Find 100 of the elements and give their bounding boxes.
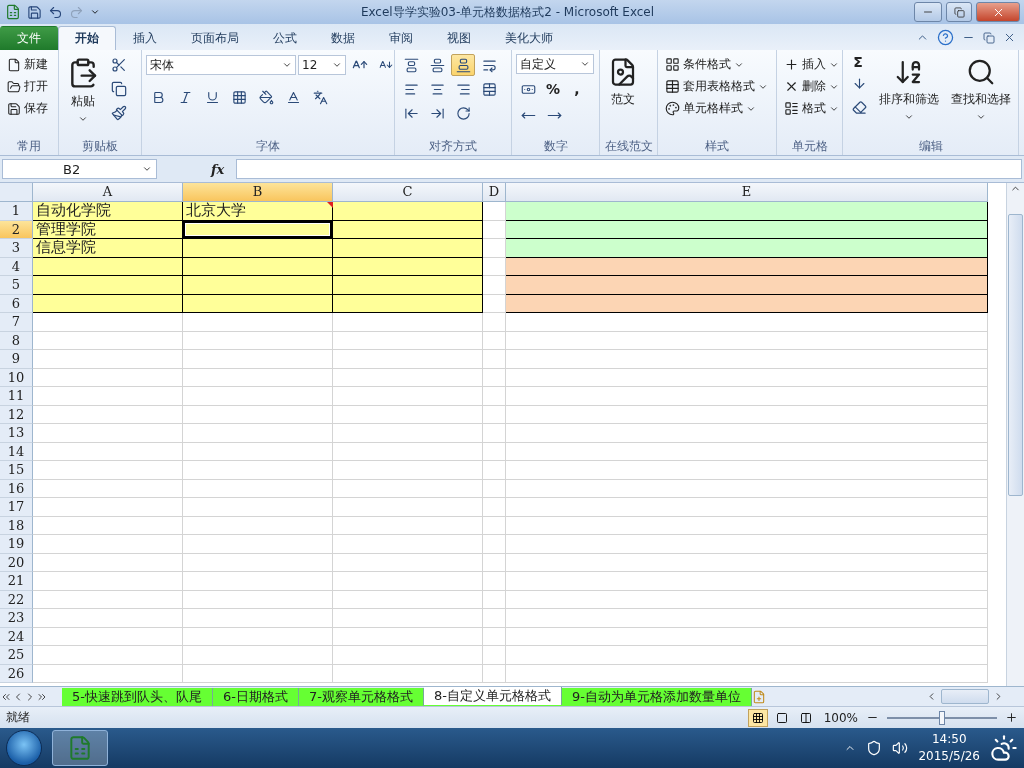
font-color-icon	[285, 89, 301, 105]
ribbon-button[interactable]: 新建	[4, 54, 51, 75]
middle-align-icon	[429, 57, 445, 73]
table-cell	[483, 479, 506, 498]
table-cell	[483, 498, 506, 517]
slider-thumb[interactable]	[939, 710, 945, 725]
sum-button[interactable]: Σ	[847, 54, 869, 70]
paint-bucket-icon	[258, 89, 274, 105]
ribbon-tab[interactable]: 数据	[314, 26, 372, 50]
font-size-field[interactable]: 12	[298, 55, 346, 75]
ribbon-button[interactable]: 条件格式	[662, 54, 771, 75]
row-header[interactable]: 1	[0, 202, 33, 221]
row-header[interactable]: 15	[0, 461, 33, 480]
sheet-tab[interactable]: 6-日期格式	[212, 687, 299, 706]
view-icon	[799, 711, 812, 724]
sheet-tab[interactable]: 5-快速跳到队头、队尾	[62, 687, 213, 706]
caret-icon	[90, 7, 100, 17]
ribbon-button[interactable]: 排序和筛选	[875, 54, 943, 125]
view-icon	[775, 711, 788, 724]
start-button[interactable]	[6, 730, 42, 766]
vertical-scrollbar[interactable]	[1006, 183, 1024, 686]
column-header[interactable]: E	[506, 183, 988, 202]
number-format-field[interactable]: 自定义	[516, 54, 594, 74]
row-header[interactable]: 9	[0, 350, 33, 369]
merge-icon	[481, 81, 497, 97]
sheet-tab[interactable]: 7-观察单元格格式	[298, 687, 424, 706]
scroll-thumb[interactable]	[941, 689, 989, 704]
caret-icon	[580, 59, 590, 69]
template-button[interactable]: 范文	[604, 54, 642, 111]
row-header[interactable]: 5	[0, 276, 33, 295]
ribbon-tab[interactable]: 页面布局	[174, 26, 256, 50]
ribbon-tab[interactable]: 视图	[430, 26, 488, 50]
group-label: 数字	[542, 138, 569, 155]
formula-field[interactable]	[236, 159, 1022, 179]
row-header[interactable]: 17	[0, 498, 33, 517]
number-style-button[interactable]: %	[542, 81, 564, 97]
table-cell	[483, 405, 506, 424]
table-cell: 北京大学	[183, 202, 333, 221]
clock-date: 2015/5/26	[918, 748, 980, 765]
row-header[interactable]: 21	[0, 572, 33, 591]
ribbon-button[interactable]: 保存	[4, 98, 51, 119]
name-box[interactable]: B2	[2, 159, 157, 179]
number-style-button[interactable]: ,	[566, 81, 588, 97]
eraser-icon	[851, 99, 867, 115]
column-header[interactable]: B	[183, 183, 333, 202]
table-cell	[483, 590, 506, 609]
row-header[interactable]: 11	[0, 387, 33, 406]
bottom-align-button[interactable]	[451, 54, 475, 76]
bottom-align-icon	[455, 57, 471, 73]
table-cell	[483, 368, 506, 387]
table-icon	[665, 79, 680, 94]
ribbon-button[interactable]: 打开	[4, 76, 51, 97]
row-header[interactable]: 25	[0, 646, 33, 665]
table-cell	[483, 387, 506, 406]
table-cell	[483, 331, 506, 350]
minimize-button[interactable]	[914, 2, 942, 22]
row-header[interactable]: 19	[0, 535, 33, 554]
sheet-tab[interactable]: 9-自动为单元格添加数量单位	[561, 687, 752, 706]
table-cell: 自动化学院	[33, 202, 183, 221]
shield-icon	[866, 740, 883, 756]
zoom-level: 100%	[822, 710, 859, 725]
ribbon-button[interactable]: 插入	[781, 54, 842, 75]
caret-icon	[78, 114, 88, 124]
font-name-field[interactable]: 宋体	[146, 55, 296, 75]
column-header[interactable]: A	[33, 183, 183, 202]
ribbon-tab[interactable]: 美化大师	[488, 26, 570, 50]
ribbon-button[interactable]: 单元格样式	[662, 98, 771, 119]
ribbon-tab[interactable]: 插入	[116, 26, 174, 50]
zoom-in-icon	[1005, 711, 1018, 724]
table-cell: 信息学院	[33, 239, 183, 258]
maximize-button[interactable]	[946, 2, 972, 22]
ribbon-tab[interactable]: 审阅	[372, 26, 430, 50]
ribbon-button[interactable]: 套用表格格式	[662, 76, 771, 97]
spreadsheet-icon	[67, 735, 93, 761]
sheet-tab[interactable]: 8-自定义单元格格式	[423, 686, 562, 705]
row-header[interactable]: 7	[0, 313, 33, 332]
file-tab[interactable]: 文件	[0, 26, 58, 50]
view-button[interactable]	[747, 708, 768, 727]
underline-icon	[204, 89, 220, 105]
row-header[interactable]: 23	[0, 609, 33, 628]
cross-icon	[784, 79, 799, 94]
undo-icon	[48, 4, 63, 20]
down-arrow-icon	[851, 75, 867, 91]
scroll-thumb[interactable]	[1008, 214, 1023, 496]
paste-button[interactable]: 粘贴	[63, 54, 103, 127]
table-cell	[483, 572, 506, 591]
ribbon-button[interactable]: 删除	[781, 76, 842, 97]
column-header[interactable]: C	[333, 183, 483, 202]
ribbon-button[interactable]: 格式	[781, 98, 842, 119]
top-align-icon	[403, 57, 419, 73]
ribbon-tab[interactable]: 开始	[58, 26, 116, 50]
help-icon	[937, 29, 954, 46]
column-header[interactable]: D	[483, 183, 506, 202]
group-label: 在线范文	[603, 138, 654, 155]
ribbon-tab[interactable]: 公式	[256, 26, 314, 50]
insert-function-button[interactable]: fx	[161, 161, 233, 177]
row-header[interactable]: 3	[0, 239, 33, 258]
row-header[interactable]: 13	[0, 424, 33, 443]
clock-time: 14:50	[931, 731, 967, 748]
ribbon-button[interactable]: 查找和选择	[947, 54, 1015, 125]
